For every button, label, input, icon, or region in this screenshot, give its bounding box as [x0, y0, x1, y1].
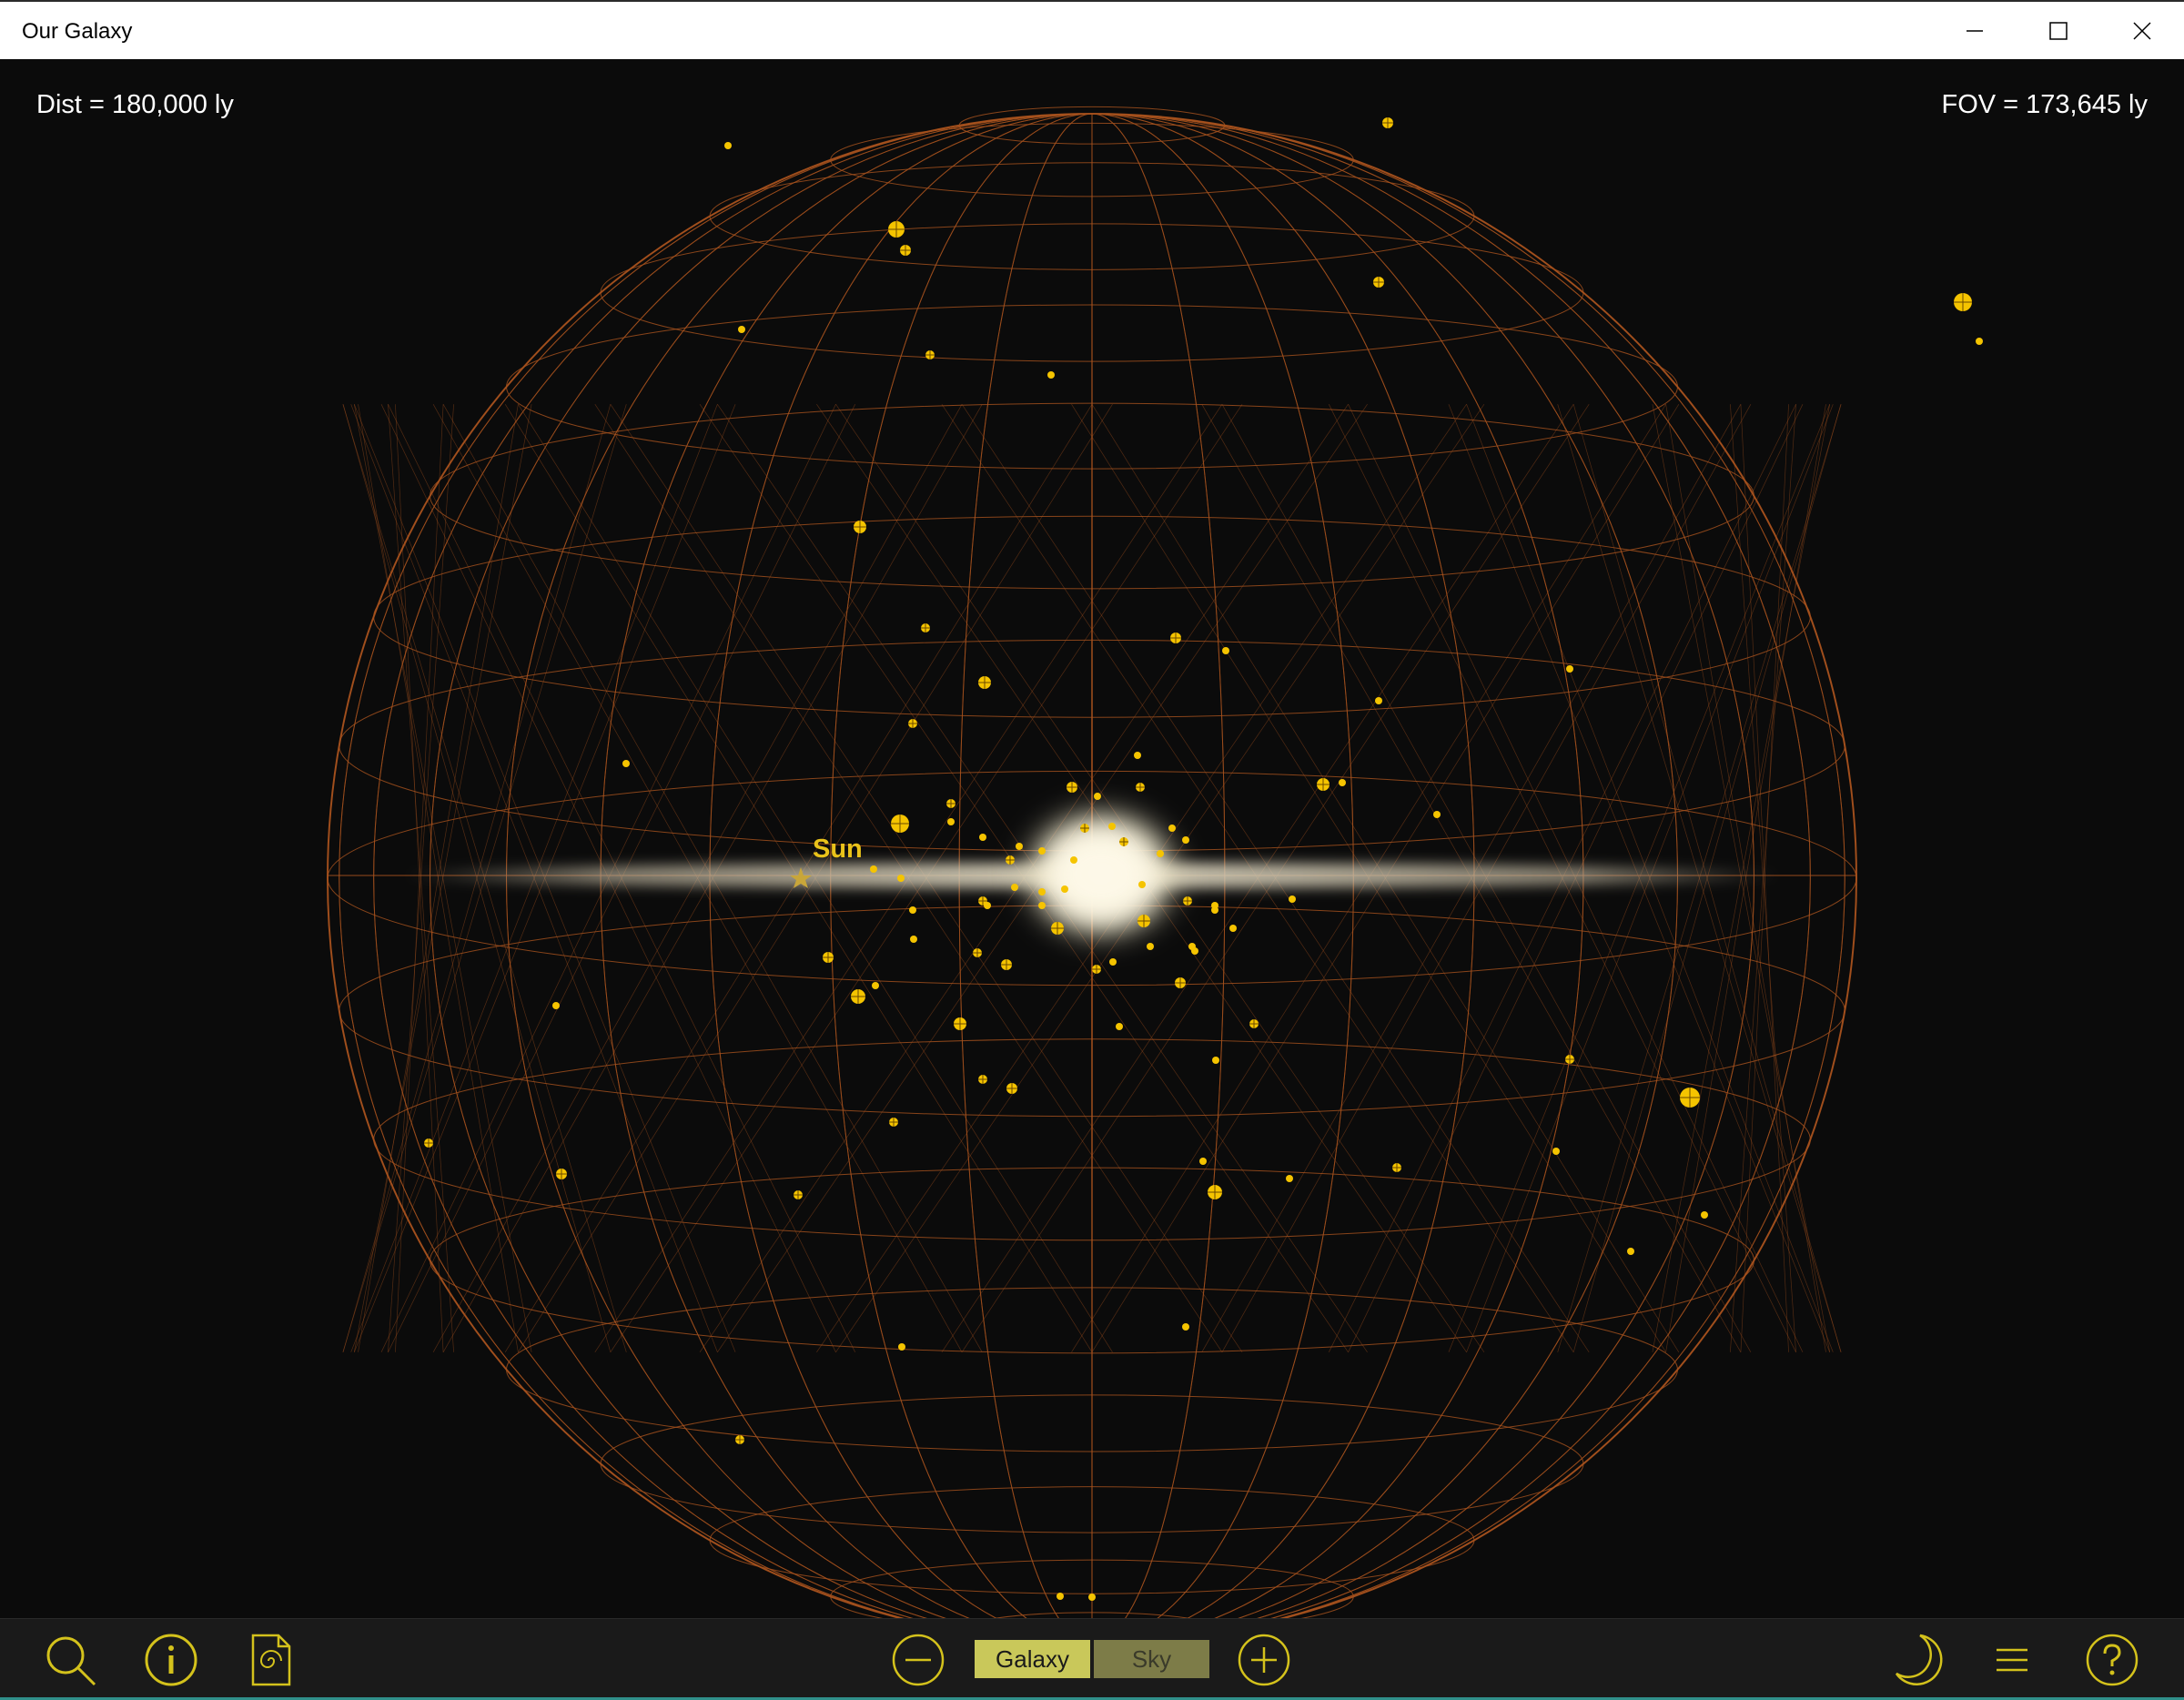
galaxy-viewport[interactable]: Dist = 180,000 ly FOV = 173,645 ly Sun — [0, 59, 2184, 1618]
globular-cluster[interactable] — [1222, 647, 1229, 654]
sun-label[interactable]: Sun — [813, 835, 863, 865]
zoom-in-icon — [1238, 1634, 1290, 1686]
globular-cluster[interactable] — [1566, 665, 1573, 673]
globular-cluster[interactable] — [1061, 885, 1068, 893]
globular-cluster[interactable] — [1147, 943, 1154, 950]
globular-cluster[interactable] — [1047, 371, 1055, 379]
galactic-disk — [400, 801, 1784, 946]
minimize-icon — [1967, 29, 1983, 32]
maximize-button[interactable] — [2017, 2, 2100, 59]
globular-cluster[interactable] — [898, 1343, 905, 1351]
info-icon — [145, 1634, 197, 1686]
globular-cluster[interactable] — [1108, 823, 1116, 830]
sky-mode-tab[interactable]: Sky — [1094, 1640, 1209, 1678]
info-button[interactable] — [143, 1632, 199, 1688]
globular-cluster[interactable] — [738, 326, 745, 333]
search-icon — [46, 1636, 96, 1686]
globular-cluster[interactable] — [1212, 1057, 1219, 1064]
close-button[interactable] — [2100, 2, 2184, 59]
fov-readout: FOV = 173,645 ly — [1941, 90, 2149, 119]
globular-cluster[interactable] — [1088, 1594, 1096, 1601]
title-bar: Our Galaxy — [0, 0, 2184, 59]
globular-cluster[interactable] — [1038, 847, 1046, 855]
close-icon — [2133, 21, 2151, 40]
globular-cluster[interactable] — [1157, 850, 1164, 857]
globular-cluster[interactable] — [1375, 697, 1382, 704]
globular-cluster[interactable] — [1199, 1158, 1207, 1165]
galaxy-mode-tab[interactable]: Galaxy — [975, 1640, 1090, 1678]
menu-icon — [1997, 1648, 2027, 1672]
night-mode-button[interactable] — [1889, 1632, 1946, 1688]
globular-cluster[interactable] — [897, 875, 905, 882]
globular-cluster[interactable] — [910, 936, 917, 943]
window-title: Our Galaxy — [22, 19, 133, 44]
globular-cluster[interactable] — [1339, 779, 1346, 786]
globular-cluster[interactable] — [984, 902, 991, 909]
globular-cluster[interactable] — [1011, 884, 1018, 891]
globular-cluster[interactable] — [1094, 793, 1101, 800]
globular-cluster[interactable] — [909, 906, 916, 914]
globular-cluster[interactable] — [1289, 896, 1296, 903]
globular-cluster[interactable] — [1070, 856, 1077, 864]
galaxy-scene[interactable] — [0, 59, 2184, 1618]
globular-cluster[interactable] — [552, 1002, 560, 1009]
globular-cluster[interactable] — [1701, 1211, 1708, 1219]
globular-cluster[interactable] — [1134, 752, 1141, 759]
globular-cluster[interactable] — [1229, 925, 1237, 932]
globular-cluster[interactable] — [1182, 1323, 1189, 1331]
globular-cluster[interactable] — [947, 818, 955, 825]
night-mode-icon — [1895, 1634, 1943, 1685]
globular-cluster[interactable] — [1038, 888, 1046, 896]
galaxy-info-button[interactable] — [242, 1632, 298, 1688]
galaxy-document-icon — [251, 1634, 291, 1686]
globular-cluster[interactable] — [1168, 825, 1176, 832]
globular-cluster[interactable] — [1976, 338, 1983, 345]
globular-cluster[interactable] — [1138, 881, 1146, 888]
globular-cluster[interactable] — [1182, 836, 1189, 844]
search-button[interactable] — [42, 1632, 98, 1688]
globular-cluster[interactable] — [979, 834, 986, 841]
globular-cluster[interactable] — [1211, 906, 1218, 914]
globular-cluster[interactable] — [1109, 958, 1117, 966]
menu-button[interactable] — [1984, 1632, 2040, 1688]
globular-cluster[interactable] — [1057, 1593, 1064, 1600]
globular-cluster[interactable] — [622, 760, 630, 767]
globular-cluster[interactable] — [1038, 902, 1046, 909]
globular-cluster[interactable] — [1627, 1248, 1634, 1255]
zoom-in-button[interactable] — [1236, 1632, 1292, 1688]
globular-cluster[interactable] — [1286, 1175, 1293, 1182]
globular-cluster[interactable] — [1016, 843, 1023, 850]
globular-cluster[interactable] — [872, 982, 879, 989]
globular-cluster[interactable] — [1433, 811, 1441, 818]
globular-cluster[interactable] — [1191, 947, 1198, 955]
help-button[interactable] — [2084, 1632, 2140, 1688]
bottom-toolbar: Galaxy Sky — [0, 1618, 2184, 1700]
globular-cluster[interactable] — [724, 142, 732, 149]
maximize-icon — [2049, 21, 2068, 40]
minimize-button[interactable] — [1933, 2, 2017, 59]
distance-readout: Dist = 180,000 ly — [36, 90, 234, 119]
zoom-out-icon — [892, 1634, 945, 1686]
zoom-out-button[interactable] — [890, 1632, 946, 1688]
globular-cluster[interactable] — [1116, 1023, 1123, 1030]
globular-cluster[interactable] — [870, 865, 877, 873]
globular-cluster[interactable] — [1552, 1148, 1560, 1155]
help-icon — [2086, 1634, 2138, 1686]
